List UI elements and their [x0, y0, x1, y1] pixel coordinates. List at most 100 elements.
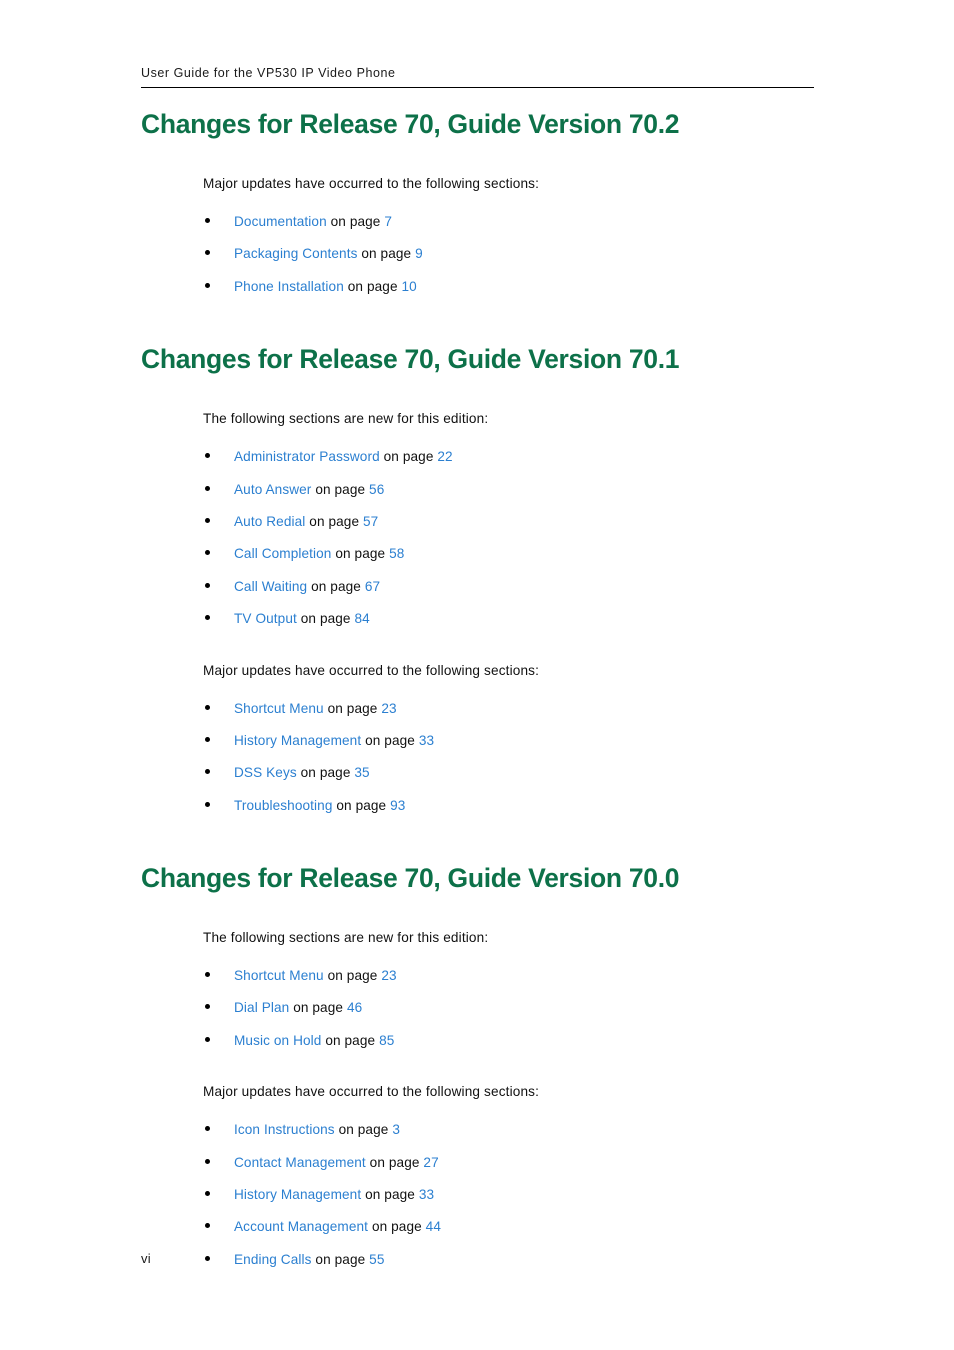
list-item: Auto Answer on page 56	[203, 480, 954, 512]
cross-reference-link[interactable]: DSS Keys	[234, 765, 297, 780]
list-item: Shortcut Menu on page 23	[203, 966, 954, 998]
list-item: History Management on page 33	[203, 1185, 954, 1217]
section-heading: Changes for Release 70, Guide Version 70…	[141, 344, 680, 375]
cross-reference-link[interactable]: Dial Plan	[234, 1000, 289, 1015]
cross-reference-line: Administrator Password on page 22	[234, 447, 453, 467]
cross-reference-link[interactable]: Shortcut Menu	[234, 968, 324, 983]
page-number-link[interactable]: 23	[381, 701, 396, 716]
cross-reference-link[interactable]: Shortcut Menu	[234, 701, 324, 716]
page-number-link[interactable]: 7	[384, 214, 392, 229]
bullet-icon	[205, 517, 210, 523]
on-page-label: on page	[311, 578, 361, 594]
cross-reference-link[interactable]: Icon Instructions	[234, 1122, 335, 1137]
cross-reference-link[interactable]: Phone Installation	[234, 279, 344, 294]
bullet-icon	[205, 218, 210, 223]
on-page-label: on page	[338, 1122, 389, 1138]
vertical-spacer	[203, 193, 954, 212]
page-number-link[interactable]: 44	[426, 1219, 441, 1234]
vertical-spacer	[203, 140, 954, 174]
list-item: Music on Hold on page 85	[203, 1031, 954, 1063]
document-page: User Guide for the VP530 IP Video Phone …	[0, 0, 954, 1350]
bullet-icon	[205, 736, 210, 742]
list-item: DSS Keys on page 35	[203, 763, 954, 795]
cross-reference-link[interactable]: Auto Answer	[234, 482, 311, 497]
document-content: Changes for Release 70, Guide Version 70…	[0, 108, 954, 1282]
vertical-spacer	[203, 375, 954, 409]
page-number-link[interactable]: 84	[354, 611, 369, 626]
on-page-label: on page	[347, 278, 398, 294]
section-body: The following sections are new for this …	[203, 894, 954, 1282]
list-item: Packaging Contents on page 9	[203, 244, 954, 276]
on-page-label: on page	[300, 611, 351, 627]
page-number-link[interactable]: 22	[437, 449, 452, 464]
on-page-label: on page	[330, 214, 381, 229]
cross-reference-line: Packaging Contents on page 9	[234, 244, 423, 264]
page-number-link[interactable]: 67	[365, 579, 380, 594]
cross-reference-link[interactable]: Documentation	[234, 214, 327, 229]
vertical-spacer	[203, 1101, 954, 1120]
cross-reference-link[interactable]: Administrator Password	[234, 449, 380, 464]
cross-reference-link[interactable]: Call Completion	[234, 546, 331, 561]
page-number: vi	[141, 1251, 151, 1266]
release-section: Changes for Release 70, Guide Version 70…	[0, 108, 954, 309]
page-footer: vi	[141, 1251, 814, 1266]
page-number-link[interactable]: 93	[390, 798, 405, 813]
cross-reference-line: Account Management on page 44	[234, 1217, 441, 1237]
cross-reference-link[interactable]: Music on Hold	[234, 1033, 321, 1048]
cross-reference-link[interactable]: Packaging Contents	[234, 246, 357, 261]
cross-reference-list: Shortcut Menu on page 23 History Manageme…	[203, 699, 954, 829]
page-number-link[interactable]: 56	[369, 482, 384, 497]
on-page-label: on page	[327, 700, 378, 716]
list-item: Icon Instructions on page 3	[203, 1120, 954, 1152]
bullet-icon	[205, 1004, 210, 1010]
cross-reference-list: Administrator Password on page 22 Auto An…	[203, 447, 954, 641]
section-heading: Changes for Release 70, Guide Version 70…	[141, 109, 680, 139]
cross-reference-link[interactable]: TV Output	[234, 611, 297, 626]
page-number-link[interactable]: 33	[419, 1187, 434, 1202]
list-item: Documentation on page 7	[203, 212, 954, 244]
cross-reference-link[interactable]: Contact Management	[234, 1155, 366, 1170]
cross-reference-line: Phone Installation on page 10	[234, 277, 417, 297]
group-lead-text: Major updates have occurred to the follo…	[203, 1084, 540, 1100]
page-number-link[interactable]: 27	[423, 1155, 438, 1170]
on-page-label: on page	[365, 1187, 415, 1203]
cross-reference-line: History Management on page 33	[234, 731, 434, 751]
on-page-label: on page	[369, 1154, 420, 1170]
page-number-link[interactable]: 9	[415, 246, 423, 261]
list-item: Phone Installation on page 10	[203, 277, 954, 309]
bullet-icon	[205, 282, 210, 288]
page-number-link[interactable]: 57	[363, 514, 378, 529]
bullet-icon	[205, 550, 210, 556]
cross-reference-link[interactable]: Call Waiting	[234, 579, 307, 594]
running-header: User Guide for the VP530 IP Video Phone	[141, 66, 814, 88]
page-number-link[interactable]: 35	[354, 765, 369, 780]
on-page-label: on page	[300, 765, 351, 781]
page-number-link[interactable]: 58	[389, 546, 404, 561]
page-number-link[interactable]: 33	[419, 733, 434, 748]
cross-reference-link[interactable]: History Management	[234, 1187, 361, 1202]
on-page-label: on page	[315, 481, 366, 497]
cross-reference-line: Icon Instructions on page 3	[234, 1120, 400, 1140]
section-heading: Changes for Release 70, Guide Version 70…	[141, 863, 680, 894]
cross-reference-link[interactable]: Auto Redial	[234, 514, 305, 529]
page-number-link[interactable]: 46	[347, 1000, 362, 1015]
page-number-link[interactable]: 85	[379, 1033, 394, 1048]
cross-reference-link[interactable]: Troubleshooting	[234, 798, 332, 813]
page-number-link[interactable]: 3	[392, 1122, 400, 1137]
running-header-title: User Guide for the VP530 IP Video Phone	[141, 66, 396, 80]
cross-reference-link[interactable]: History Management	[234, 733, 361, 748]
vertical-spacer	[203, 1063, 954, 1082]
vertical-spacer	[0, 309, 954, 343]
page-number-link[interactable]: 10	[402, 279, 417, 294]
cross-reference-line: Contact Management on page 27	[234, 1153, 439, 1173]
vertical-spacer	[203, 642, 954, 661]
bullet-icon	[205, 704, 210, 710]
cross-reference-list: Documentation on page 7 Packaging Content…	[203, 212, 954, 309]
cross-reference-link[interactable]: Account Management	[234, 1219, 368, 1234]
page-number-link[interactable]: 23	[381, 968, 396, 983]
cross-reference-line: Troubleshooting on page 93	[234, 796, 405, 816]
bullet-icon	[205, 453, 210, 459]
on-page-label: on page	[325, 1032, 376, 1048]
cross-reference-list: Shortcut Menu on page 23 Dial Plan on pag…	[203, 966, 954, 1063]
list-item: Contact Management on page 27	[203, 1153, 954, 1185]
